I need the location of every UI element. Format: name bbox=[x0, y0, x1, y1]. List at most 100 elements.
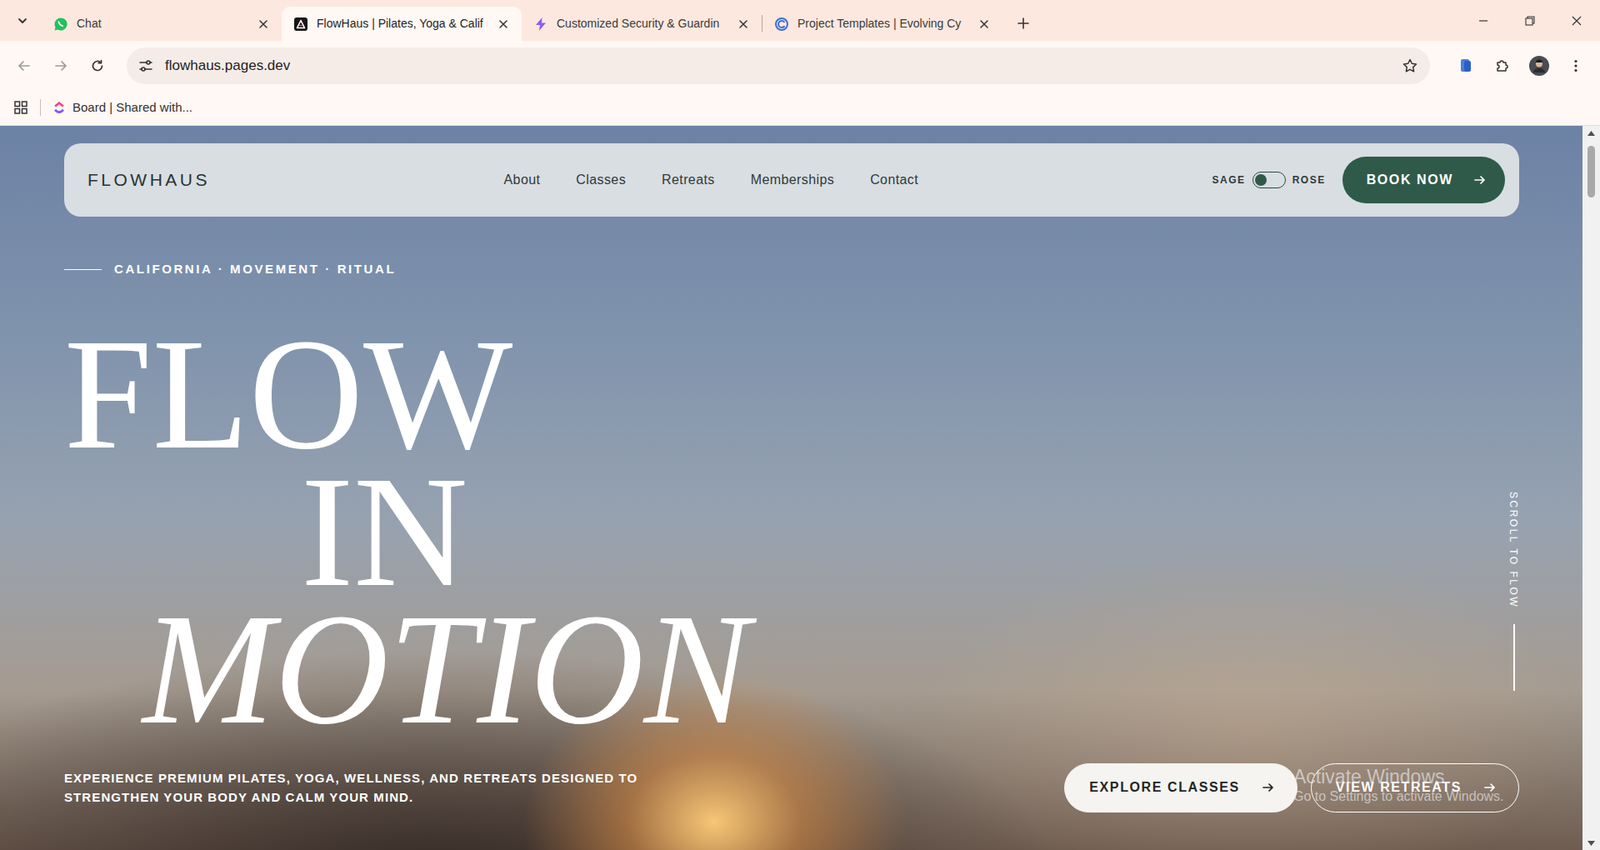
extension-button[interactable] bbox=[1450, 50, 1482, 82]
arrow-right-icon bbox=[1473, 173, 1487, 187]
bookmarks-bar: Board | Shared with... bbox=[0, 90, 1600, 126]
web-page: FLOWHAUS About Classes Retreats Memberships C… bbox=[0, 125, 1600, 850]
site-navbar: FLOWHAUS About Classes Retreats Memberships C… bbox=[64, 143, 1520, 217]
activation-watermark: Activate WindowsGo to Settings to activa… bbox=[1293, 765, 1505, 805]
browser-tab[interactable]: Customized Security & Guardin bbox=[521, 6, 762, 41]
bookmark-label: Board | Shared with... bbox=[72, 98, 193, 118]
scroll-up-button[interactable] bbox=[1582, 125, 1600, 140]
hero-button[interactable]: VIEW RETREATS bbox=[1310, 763, 1520, 813]
nav-link[interactable]: About bbox=[504, 170, 541, 190]
tab-separator bbox=[761, 15, 763, 32]
close-icon bbox=[738, 19, 749, 30]
bookmark-star-icon[interactable] bbox=[1401, 57, 1419, 75]
tab-title: Chat bbox=[76, 15, 247, 33]
c-logo-icon bbox=[774, 16, 790, 32]
nav-link[interactable]: Contact bbox=[870, 170, 919, 190]
watermark-title: Activate Windows bbox=[1293, 765, 1505, 789]
theme-label-left: SAGE bbox=[1212, 172, 1246, 188]
headline-line: IN bbox=[300, 463, 1520, 601]
clickup-logo-icon bbox=[52, 100, 66, 115]
arrow-right-icon bbox=[1261, 780, 1275, 795]
apps-grid-icon[interactable] bbox=[13, 100, 29, 115]
minimize-icon bbox=[1477, 15, 1490, 27]
new-tab-button[interactable] bbox=[1009, 9, 1038, 38]
theme-switch[interactable] bbox=[1252, 171, 1286, 189]
arrow-right-icon bbox=[1483, 780, 1497, 795]
switch-knob bbox=[1255, 174, 1267, 186]
headline-line: MOTION bbox=[142, 600, 1520, 739]
hero-buttons: EXPLORE CLASSES VIEW RETREATS bbox=[1064, 763, 1520, 813]
book-now-label: BOOK NOW bbox=[1366, 170, 1454, 190]
hero-button[interactable]: EXPLORE CLASSES bbox=[1064, 763, 1297, 813]
headline-text: MOTION bbox=[142, 581, 750, 757]
back-button[interactable] bbox=[8, 50, 40, 82]
scroll-hint-line bbox=[1513, 624, 1515, 691]
browser-tab[interactable]: FlowHaus | Pilates, Yoga & Calif bbox=[281, 6, 522, 41]
more-dots-icon bbox=[1568, 58, 1584, 74]
site-logo-icon bbox=[293, 16, 309, 32]
bookmarks-separator bbox=[40, 99, 41, 116]
minimize-button[interactable] bbox=[1460, 0, 1507, 41]
theme-toggle[interactable]: SAGEROSE bbox=[1212, 171, 1326, 189]
site-settings-icon[interactable] bbox=[138, 58, 154, 74]
menu-button[interactable] bbox=[1560, 50, 1592, 82]
close-window-button[interactable] bbox=[1553, 0, 1600, 41]
tab-close-button[interactable] bbox=[495, 15, 512, 33]
extension-icon bbox=[1457, 57, 1475, 75]
tab-close-button[interactable] bbox=[975, 15, 993, 33]
nav-link[interactable]: Classes bbox=[575, 170, 626, 190]
tab-title: Project Templates | Evolving Cy bbox=[797, 15, 968, 33]
browser-toolbar: flowhaus.pages.dev bbox=[0, 40, 1600, 90]
hero-footer: EXPERIENCE PREMIUM PILATES, YOGA, WELLNE… bbox=[64, 763, 1520, 813]
restore-icon bbox=[1524, 15, 1536, 27]
close-icon bbox=[258, 19, 269, 30]
chat-app-icon bbox=[53, 16, 69, 32]
watermark-text: Go to Settings to activate Windows. bbox=[1293, 788, 1505, 805]
tab-title: FlowHaus | Pilates, Yoga & Calif bbox=[316, 15, 487, 33]
address-bar[interactable]: flowhaus.pages.dev bbox=[126, 47, 1430, 85]
tab-close-button[interactable] bbox=[255, 15, 272, 33]
scroll-hint-text: SCROLL TO FLOW bbox=[1505, 491, 1521, 609]
close-icon bbox=[979, 19, 990, 30]
triangle-up-icon bbox=[1587, 130, 1595, 136]
hero-section: FLOWHAUS About Classes Retreats Memberships C… bbox=[0, 125, 1583, 850]
nav-links: About Classes Retreats Memberships Contact bbox=[504, 170, 920, 190]
close-icon bbox=[1570, 15, 1583, 27]
tab-search-button[interactable] bbox=[8, 6, 37, 35]
book-now-button[interactable]: BOOK NOW bbox=[1342, 156, 1505, 204]
nav-link[interactable]: Memberships bbox=[750, 170, 835, 190]
hero-headline: FLOWINMOTION bbox=[64, 325, 1520, 739]
site-logo[interactable]: FLOWHAUS bbox=[87, 166, 210, 194]
scrollbar-thumb[interactable] bbox=[1587, 145, 1595, 198]
scroll-hint[interactable]: SCROLL TO FLOW bbox=[1513, 491, 1583, 507]
restore-button[interactable] bbox=[1506, 0, 1554, 41]
browser-tab[interactable]: Project Templates | Evolving Cy bbox=[762, 6, 1003, 41]
hero-button-label: VIEW RETREATS bbox=[1335, 777, 1462, 798]
eyebrow: CALIFORNIA · MOVEMENT · RITUAL bbox=[64, 260, 1520, 280]
page-scrollbar[interactable] bbox=[1582, 125, 1600, 850]
reload-button[interactable] bbox=[81, 50, 114, 82]
chevron-down-icon bbox=[16, 15, 29, 27]
extensions-button[interactable] bbox=[1486, 50, 1519, 82]
tab-title: Customized Security & Guardin bbox=[556, 15, 727, 33]
nav-link[interactable]: Retreats bbox=[661, 170, 715, 190]
browser-window: Chat FlowHaus | Pilates, Yoga & Calif Cust… bbox=[0, 0, 1600, 850]
lightning-icon bbox=[533, 16, 549, 32]
eyebrow-line bbox=[64, 269, 102, 271]
profile-button[interactable] bbox=[1523, 50, 1555, 82]
scroll-down-button[interactable] bbox=[1582, 835, 1600, 850]
address-text[interactable]: flowhaus.pages.dev bbox=[165, 55, 290, 77]
tab-close-button[interactable] bbox=[735, 15, 752, 33]
tab-strip: Chat FlowHaus | Pilates, Yoga & Calif Cust… bbox=[0, 0, 1600, 41]
headline-line: FLOW bbox=[64, 325, 1520, 464]
plus-icon bbox=[1016, 16, 1030, 30]
bookmark-item[interactable]: Board | Shared with... bbox=[52, 98, 193, 118]
close-icon bbox=[498, 19, 509, 30]
puzzle-icon bbox=[1494, 57, 1511, 75]
eyebrow-text: CALIFORNIA · MOVEMENT · RITUAL bbox=[114, 260, 396, 280]
browser-tab[interactable]: Chat bbox=[41, 6, 282, 41]
forward-button[interactable] bbox=[45, 50, 77, 82]
back-arrow-icon bbox=[16, 58, 32, 74]
nav-actions: SAGEROSE BOOK NOW bbox=[1212, 156, 1505, 204]
forward-arrow-icon bbox=[53, 58, 69, 74]
